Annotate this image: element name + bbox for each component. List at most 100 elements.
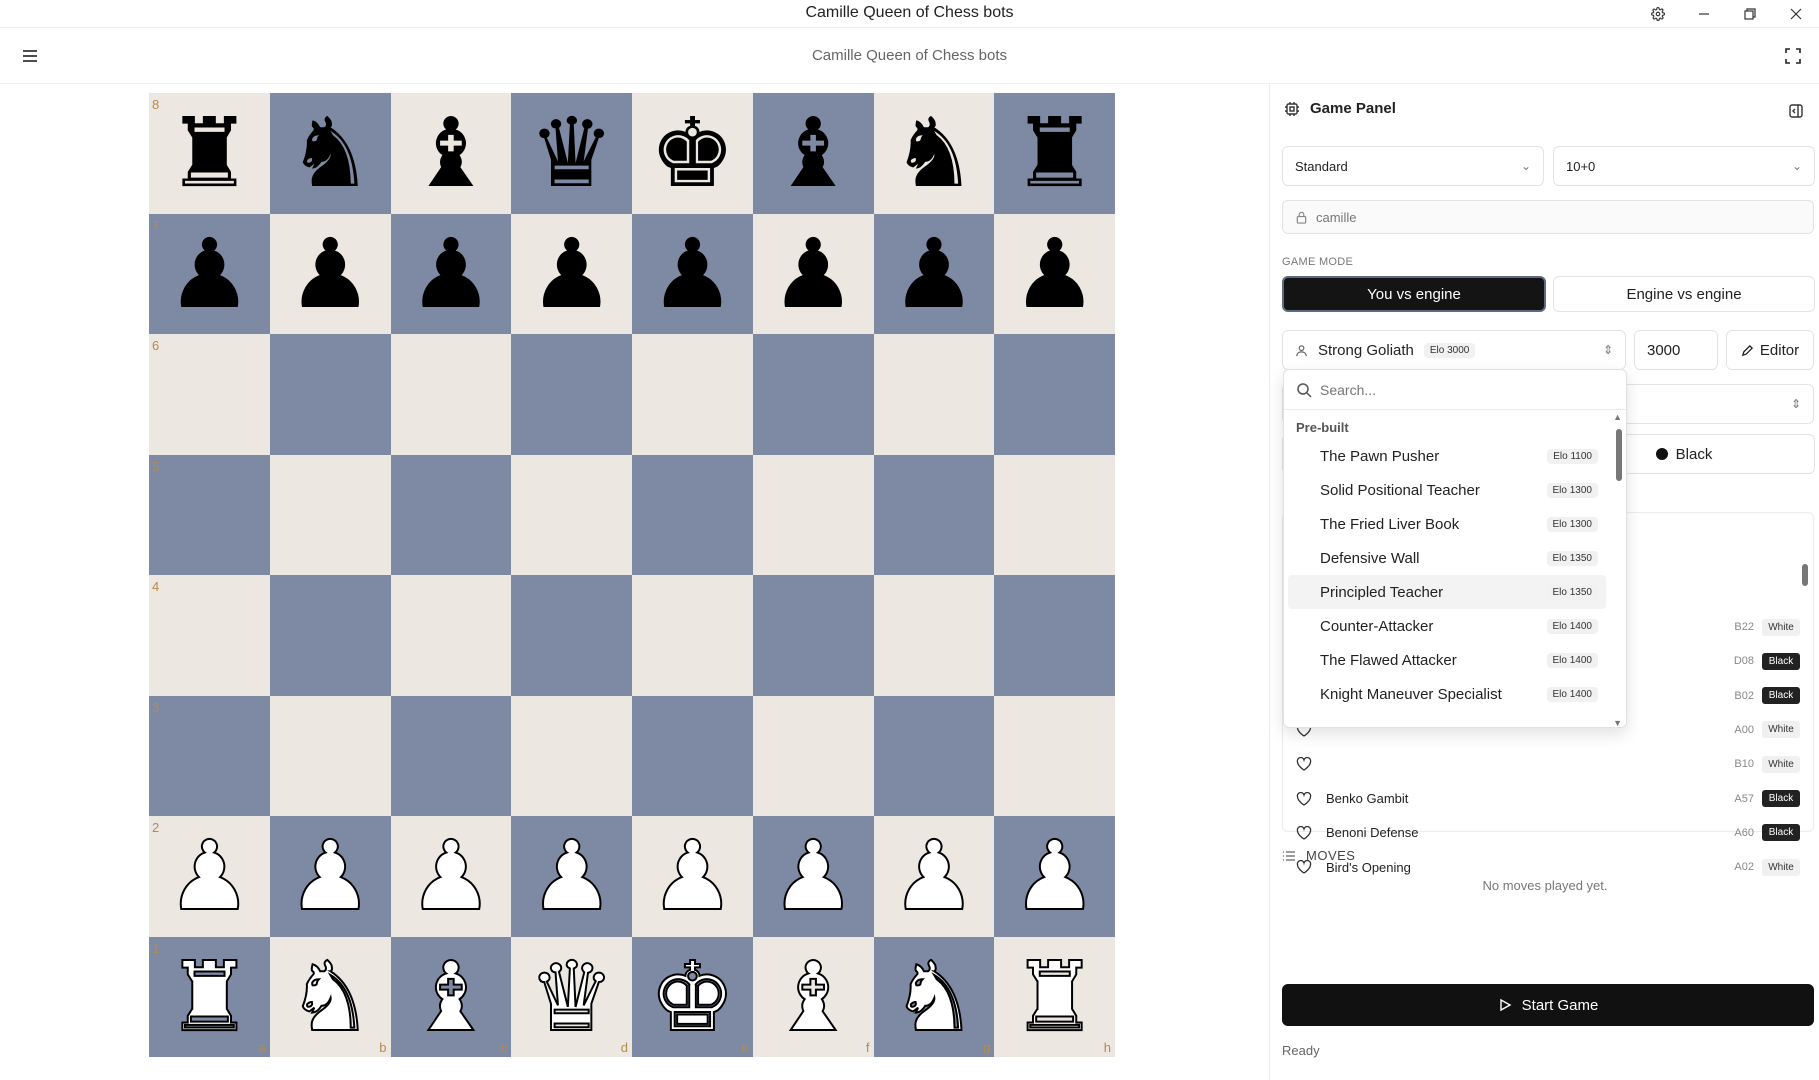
black-knight-piece[interactable]: ♞ bbox=[891, 105, 977, 201]
square-f3[interactable] bbox=[752, 695, 874, 816]
black-pawn-piece[interactable]: ♟ bbox=[891, 226, 977, 322]
black-pawn-piece[interactable]: ♟ bbox=[770, 226, 856, 322]
square-e5[interactable] bbox=[632, 454, 753, 575]
opening-row[interactable]: Benko Gambit A57 Black bbox=[1296, 784, 1800, 814]
heart-icon[interactable] bbox=[1296, 825, 1316, 840]
square-c7[interactable]: ♟ bbox=[390, 213, 512, 334]
white-rook-piece[interactable]: ♜ bbox=[165, 948, 253, 1046]
square-a8[interactable]: 8 ♜ bbox=[149, 93, 270, 214]
white-bishop-piece[interactable]: ♝ bbox=[407, 948, 495, 1046]
black-queen-piece[interactable]: ♛ bbox=[529, 105, 615, 201]
square-d7[interactable]: ♟ bbox=[511, 213, 632, 334]
square-f6[interactable] bbox=[752, 334, 874, 455]
black-pawn-piece[interactable]: ♟ bbox=[1012, 226, 1098, 322]
heart-icon[interactable] bbox=[1296, 791, 1316, 806]
square-g7[interactable]: ♟ bbox=[873, 213, 995, 334]
square-b7[interactable]: ♟ bbox=[269, 213, 391, 334]
square-c5[interactable] bbox=[390, 454, 512, 575]
square-a7[interactable]: 7 ♟ bbox=[149, 213, 270, 334]
square-a2[interactable]: 2 ♟ bbox=[149, 816, 270, 937]
square-b8[interactable]: ♞ bbox=[269, 93, 391, 214]
scroll-down-icon[interactable]: ▼ bbox=[1613, 718, 1622, 727]
square-h8[interactable]: ♜ bbox=[994, 93, 1115, 214]
square-c3[interactable] bbox=[390, 695, 512, 816]
time-control-select[interactable]: 10+0 ⌄ bbox=[1553, 146, 1815, 186]
white-rook-piece[interactable]: ♜ bbox=[1011, 948, 1099, 1046]
square-e4[interactable] bbox=[632, 575, 753, 696]
dropdown-item[interactable]: The Flawed Attacker Elo 1400 bbox=[1288, 643, 1606, 677]
square-g8[interactable]: ♞ bbox=[873, 93, 995, 214]
dropdown-item[interactable]: Principled Teacher Elo 1350 bbox=[1288, 575, 1606, 609]
square-d5[interactable] bbox=[511, 454, 632, 575]
square-a3[interactable]: 3 bbox=[149, 695, 270, 816]
square-c2[interactable]: ♟ bbox=[390, 816, 512, 937]
black-pawn-piece[interactable]: ♟ bbox=[287, 226, 373, 322]
dropdown-item[interactable]: Solid Positional Teacher Elo 1300 bbox=[1288, 473, 1606, 507]
square-b1[interactable]: b ♞ bbox=[269, 936, 391, 1057]
square-c1[interactable]: c ♝ bbox=[390, 936, 512, 1057]
black-pawn-piece[interactable]: ♟ bbox=[649, 226, 735, 322]
square-e8[interactable]: ♚ bbox=[632, 93, 753, 214]
square-b6[interactable] bbox=[269, 334, 391, 455]
square-d3[interactable] bbox=[511, 695, 632, 816]
square-g3[interactable] bbox=[873, 695, 995, 816]
black-bishop-piece[interactable]: ♝ bbox=[408, 105, 494, 201]
restore-button[interactable] bbox=[1727, 0, 1773, 28]
square-g5[interactable] bbox=[873, 454, 995, 575]
opening-row[interactable]: Benoni Defense A60 Black bbox=[1296, 818, 1800, 848]
square-h5[interactable] bbox=[994, 454, 1115, 575]
elo-input[interactable]: 3000 bbox=[1634, 330, 1718, 370]
square-h4[interactable] bbox=[994, 575, 1115, 696]
square-e6[interactable] bbox=[632, 334, 753, 455]
square-c8[interactable]: ♝ bbox=[390, 93, 512, 214]
square-e2[interactable]: ♟ bbox=[632, 816, 753, 937]
square-g4[interactable] bbox=[873, 575, 995, 696]
editor-button[interactable]: Editor bbox=[1726, 330, 1814, 370]
white-pawn-piece[interactable]: ♟ bbox=[1011, 827, 1099, 925]
black-knight-piece[interactable]: ♞ bbox=[287, 105, 373, 201]
white-queen-piece[interactable]: ♛ bbox=[528, 948, 616, 1046]
square-g1[interactable]: g ♞ bbox=[873, 936, 995, 1057]
white-bishop-piece[interactable]: ♝ bbox=[769, 948, 857, 1046]
white-knight-piece[interactable]: ♞ bbox=[890, 948, 978, 1046]
black-king-piece[interactable]: ♚ bbox=[649, 105, 735, 201]
black-pawn-piece[interactable]: ♟ bbox=[166, 226, 252, 322]
close-button[interactable] bbox=[1773, 0, 1819, 28]
white-pawn-piece[interactable]: ♟ bbox=[528, 827, 616, 925]
square-e7[interactable]: ♟ bbox=[632, 213, 753, 334]
square-h3[interactable] bbox=[994, 695, 1115, 816]
player-name-field[interactable]: camille bbox=[1282, 200, 1814, 234]
opening-row[interactable]: B10 White bbox=[1296, 749, 1800, 779]
square-d8[interactable]: ♛ bbox=[511, 93, 632, 214]
square-e3[interactable] bbox=[632, 695, 753, 816]
white-pawn-piece[interactable]: ♟ bbox=[648, 827, 736, 925]
white-pawn-piece[interactable]: ♟ bbox=[890, 827, 978, 925]
start-game-button[interactable]: Start Game bbox=[1282, 984, 1814, 1026]
dropdown-search[interactable] bbox=[1284, 370, 1626, 410]
white-pawn-piece[interactable]: ♟ bbox=[286, 827, 374, 925]
engine-vs-engine-button[interactable]: Engine vs engine bbox=[1553, 276, 1815, 312]
square-h6[interactable] bbox=[994, 334, 1115, 455]
square-d4[interactable] bbox=[511, 575, 632, 696]
square-b3[interactable] bbox=[269, 695, 391, 816]
chess-board[interactable]: 8 ♜ ♞ ♝ ♛ ♚ ♝ ♞ ♜ 7 ♟ ♟ ♟ ♟ ♟ ♟ ♟ ♟ 6 5 4 3 2 ♟ ♟ ♟ ♟ ♟ ♟ ♟ ♟ 1 a ♜ b ♞ c ♝ d ♛… bbox=[149, 93, 1115, 1057]
square-c4[interactable] bbox=[390, 575, 512, 696]
dropdown-item[interactable]: The Pawn Pusher Elo 1100 bbox=[1288, 439, 1606, 473]
fullscreen-button[interactable] bbox=[1781, 44, 1805, 68]
dropdown-item[interactable]: Counter-Attacker Elo 1400 bbox=[1288, 609, 1606, 643]
square-a1[interactable]: 1 a ♜ bbox=[149, 936, 270, 1057]
white-knight-piece[interactable]: ♞ bbox=[286, 948, 374, 1046]
square-d6[interactable] bbox=[511, 334, 632, 455]
bot-select[interactable]: Strong Goliath Elo 3000 ⇕ bbox=[1282, 330, 1626, 370]
black-rook-piece[interactable]: ♜ bbox=[1012, 105, 1098, 201]
dropdown-search-input[interactable] bbox=[1320, 381, 1600, 398]
square-f4[interactable] bbox=[752, 575, 874, 696]
square-b2[interactable]: ♟ bbox=[269, 816, 391, 937]
square-h1[interactable]: h ♜ bbox=[994, 936, 1115, 1057]
square-g6[interactable] bbox=[873, 334, 995, 455]
minimize-button[interactable] bbox=[1681, 0, 1727, 28]
settings-button[interactable] bbox=[1635, 0, 1681, 28]
dropdown-scroll-thumb[interactable] bbox=[1616, 429, 1622, 481]
panel-collapse-button[interactable] bbox=[1785, 100, 1807, 122]
black-pawn-piece[interactable]: ♟ bbox=[408, 226, 494, 322]
